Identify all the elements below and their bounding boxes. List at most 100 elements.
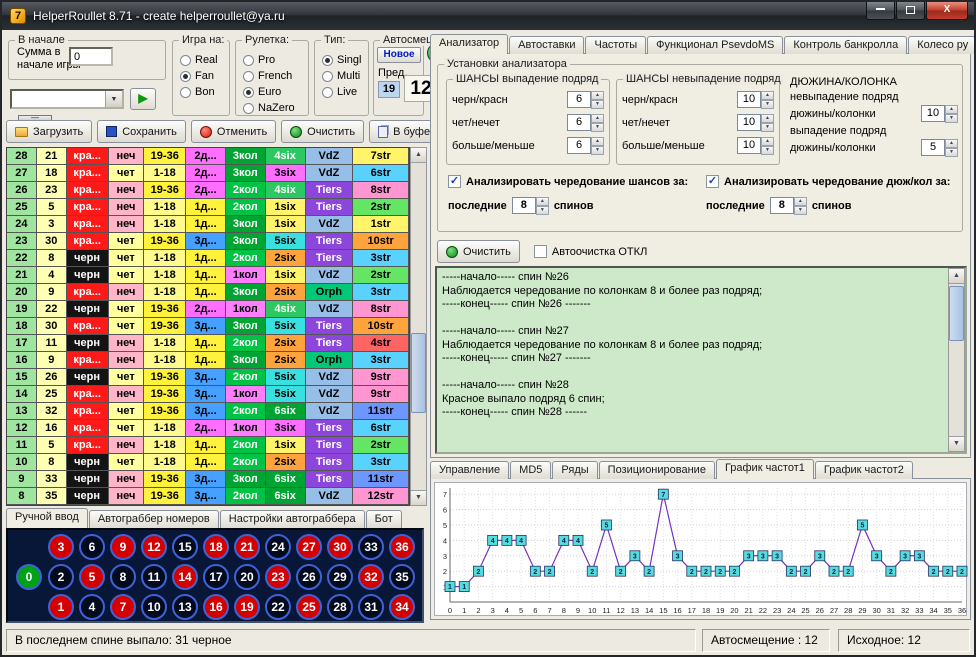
spinner-down-icon[interactable]: ▼ [761,123,774,132]
numpad-23[interactable]: 23 [265,564,291,590]
numpad-11[interactable]: 11 [141,564,167,590]
numpad-26[interactable]: 26 [296,564,322,590]
radio-pro[interactable] [243,55,254,66]
numpad-12[interactable]: 12 [141,534,167,560]
title-bar[interactable]: 7 HelperRoullet 8.71 - create helperroul… [2,2,974,30]
table-row[interactable]: 115кра...неч1-181д...2кол1sixTiers2str [7,437,409,454]
spinner-up-icon[interactable]: ▲ [536,197,549,206]
tab-управление[interactable]: Управление [430,461,509,479]
numpad-18[interactable]: 18 [203,534,229,560]
value-spinner[interactable]: 6▲▼ [567,137,604,154]
spinner-up-icon[interactable]: ▲ [761,137,774,146]
numpad-31[interactable]: 31 [358,594,384,620]
spinner-down-icon[interactable]: ▼ [591,100,604,109]
numpad-36[interactable]: 36 [389,534,415,560]
spinner-up-icon[interactable]: ▲ [761,91,774,100]
type-option-multi[interactable]: Multi [315,68,368,84]
spinner-down-icon[interactable]: ▼ [536,206,549,215]
table-row[interactable]: 835черннеч19-363д...2кол6sixVdZ12str [7,488,409,505]
numpad-29[interactable]: 29 [327,564,353,590]
scrollbar-track[interactable] [949,284,964,436]
radio-multi[interactable] [322,71,333,82]
history-combobox[interactable]: ▼ [10,89,124,109]
log-scrollbar[interactable]: ▲ ▼ [948,268,965,452]
chevron-down-icon[interactable]: ▼ [105,91,122,107]
spinner-up-icon[interactable]: ▲ [761,114,774,123]
new-autoshift-button[interactable]: Новое [377,47,421,63]
table-row[interactable]: 1526чернчет19-363д...2кол5sixVdZ9str [7,369,409,386]
game-option-real[interactable]: Real [173,52,229,68]
numpad-4[interactable]: 4 [79,594,105,620]
numpad-27[interactable]: 27 [296,534,322,560]
numpad-10[interactable]: 10 [141,594,167,620]
autoclear-row[interactable]: Автоочистка ОТКЛ [534,245,647,258]
tab-настройки-автограббера[interactable]: Настройки автограббера [220,510,365,528]
save-button[interactable]: Сохранить [97,120,186,143]
spinner-down-icon[interactable]: ▼ [591,146,604,155]
analyze-chances-checkbox-row[interactable]: ✓ Анализировать чередование шансов за: [448,175,688,188]
table-row[interactable]: 2623кра...неч19-362д...2кол4sixTiers8str [7,182,409,199]
value-spinner[interactable]: 8▲▼ [770,197,807,214]
table-row[interactable]: 209кра...неч1-181д...3кол2sixOrph3str [7,284,409,301]
numpad-24[interactable]: 24 [265,534,291,560]
maximize-button[interactable] [896,2,925,20]
tab-md5[interactable]: MD5 [510,461,551,479]
table-row[interactable]: 255кра...неч1-181д...2кол1sixTiers2str [7,199,409,216]
value-spinner[interactable]: 10▲▼ [737,114,774,131]
tab-автоставки[interactable]: Автоставки [509,36,584,54]
numpad-15[interactable]: 15 [172,534,198,560]
table-row[interactable]: 214чернчет1-181д...1кол1sixVdZ2str [7,267,409,284]
value-spinner[interactable]: 10▲▼ [921,105,958,122]
table-row[interactable]: 1425кра...неч19-363д...1кол5sixVdZ9str [7,386,409,403]
value-spinner[interactable]: 10▲▼ [737,91,774,108]
spinner-up-icon[interactable]: ▲ [591,137,604,146]
numpad-3[interactable]: 3 [48,534,74,560]
play-button[interactable]: ▶ [130,88,156,110]
tab-график-частот2[interactable]: График частот2 [815,461,913,479]
tab-контроль-банкролла[interactable]: Контроль банкролла [784,36,907,54]
spinner-up-icon[interactable]: ▲ [794,197,807,206]
radio-real[interactable] [180,55,191,66]
tab-ряды[interactable]: Ряды [552,461,597,479]
spinner-down-icon[interactable]: ▼ [761,100,774,109]
tab-ручной-ввод[interactable]: Ручной ввод [6,508,88,528]
minimize-button[interactable] [866,2,895,20]
tab-функционал-psevdoms[interactable]: Функционал PsevdoMS [647,36,783,54]
numpad-30[interactable]: 30 [327,534,353,560]
numpad-28[interactable]: 28 [327,594,353,620]
analyze-chances-checkbox[interactable]: ✓ [448,175,461,188]
radio-singl[interactable] [322,55,333,66]
table-row[interactable]: 1830кра...чет19-363д...3кол5sixTiers10st… [7,318,409,335]
close-button[interactable]: X [926,2,968,20]
value-spinner[interactable]: 5▲▼ [921,139,958,156]
analyze-dozens-checkbox[interactable]: ✓ [706,175,719,188]
table-row[interactable]: 169кра...неч1-181д...3кол2sixOrph3str [7,352,409,369]
table-row[interactable]: 2330кра...чет19-363д...3кол5sixTiers10st… [7,233,409,250]
tab-частоты[interactable]: Частоты [585,36,646,54]
type-option-singl[interactable]: Singl [315,52,368,68]
numpad-32[interactable]: 32 [358,564,384,590]
game-option-bon[interactable]: Bon [173,84,229,100]
scrollbar-track[interactable] [411,163,426,490]
spinner-down-icon[interactable]: ▼ [945,148,958,157]
numpad-21[interactable]: 21 [234,534,260,560]
roulette-option-euro[interactable]: Euro [236,84,308,100]
table-row[interactable]: 2821кра...неч19-362д...3кол4sixVdZ7str [7,148,409,165]
load-button[interactable]: Загрузить [6,120,92,143]
numpad-20[interactable]: 20 [234,564,260,590]
table-row[interactable]: 1922чернчет19-362д...1кол4sixVdZ8str [7,301,409,318]
spinner-up-icon[interactable]: ▲ [591,91,604,100]
clear-button[interactable]: Очистить [281,120,364,143]
radio-bon[interactable] [180,87,191,98]
value-spinner[interactable]: 6▲▼ [567,91,604,108]
radio-nazero[interactable] [243,103,254,114]
numpad-5[interactable]: 5 [79,564,105,590]
spinner-down-icon[interactable]: ▼ [761,146,774,155]
numpad-1[interactable]: 1 [48,594,74,620]
numpad-zero[interactable]: 0 [16,564,42,590]
numpad-16[interactable]: 16 [203,594,229,620]
scroll-down-icon[interactable]: ▼ [949,436,964,451]
numpad-33[interactable]: 33 [358,534,384,560]
radio-french[interactable] [243,71,254,82]
radio-live[interactable] [322,87,333,98]
